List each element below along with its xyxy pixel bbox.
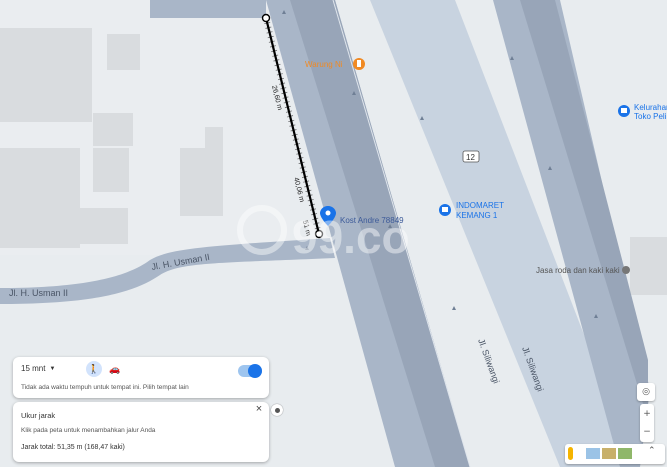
layer-thumb-satellite[interactable] xyxy=(602,448,616,459)
measure-panel-hint: Klik pada peta untuk menambahkan jalur A… xyxy=(21,427,156,434)
measure-panel-title: Ukur jarak xyxy=(21,411,56,420)
car-icon[interactable]: 🚗 xyxy=(107,361,123,377)
zoom-out-icon[interactable]: − xyxy=(643,423,651,441)
travel-mode-row: 15 mnt ▼ xyxy=(21,364,55,373)
layer-thumb-street[interactable] xyxy=(618,448,632,459)
chevron-down-icon[interactable]: ▼ xyxy=(49,366,55,372)
my-location-button[interactable]: ◎ xyxy=(637,383,655,401)
expand-icon[interactable]: ⌃ xyxy=(648,446,656,456)
road-label-usman-lower: Jl. H. Usman II xyxy=(9,288,68,298)
travel-time-select[interactable]: 15 mnt xyxy=(21,364,45,373)
travel-time-panel: 15 mnt ▼ 🚶 🚗 Tidak ada waktu tempuh untu… xyxy=(13,357,269,398)
measure-total-distance: Jarak total: 51,35 m (168,47 kaki) xyxy=(21,444,125,451)
pegman-icon[interactable] xyxy=(568,447,573,460)
crosshair-icon: ◎ xyxy=(642,387,650,397)
layers-strip[interactable]: ⌃ xyxy=(565,444,665,464)
poi-jasa[interactable]: Jasa roda dan kaki kaki xyxy=(536,266,630,275)
measure-point-start[interactable] xyxy=(261,13,271,23)
poi-kelurahan-label-1: Kelurahan xyxy=(634,103,667,112)
close-icon[interactable]: × xyxy=(253,403,265,415)
service-icon xyxy=(622,266,630,274)
zoom-in-icon[interactable]: + xyxy=(643,405,651,423)
poi-jasa-label: Jasa roda dan kaki kaki xyxy=(536,266,620,275)
travel-time-toggle[interactable] xyxy=(238,364,262,378)
watermark-text: 99.co xyxy=(292,211,410,263)
target-marker-icon xyxy=(271,404,283,416)
measure-distance-panel: Ukur jarak × Klik pada peta untuk menamb… xyxy=(13,402,269,462)
route-shield-label: 12 xyxy=(466,153,475,162)
route-shield: 12 xyxy=(462,150,480,163)
poi-kelurahan-label-2: Toko Peli xyxy=(634,112,667,121)
poi-indomaret-label-1: INDOMARET xyxy=(456,201,504,210)
poi-warung-label: Warung Ni xyxy=(305,60,343,69)
poi-indomaret-label-2: KEMANG 1 xyxy=(456,211,498,220)
poi-warung[interactable]: Warung Ni xyxy=(305,58,365,70)
zoom-control[interactable]: + − xyxy=(640,404,654,442)
walk-icon[interactable]: 🚶 xyxy=(86,361,102,377)
layer-thumb-terrain[interactable] xyxy=(586,448,600,459)
travel-time-note: Tidak ada waktu tempuh untuk tempat ini.… xyxy=(21,384,189,391)
